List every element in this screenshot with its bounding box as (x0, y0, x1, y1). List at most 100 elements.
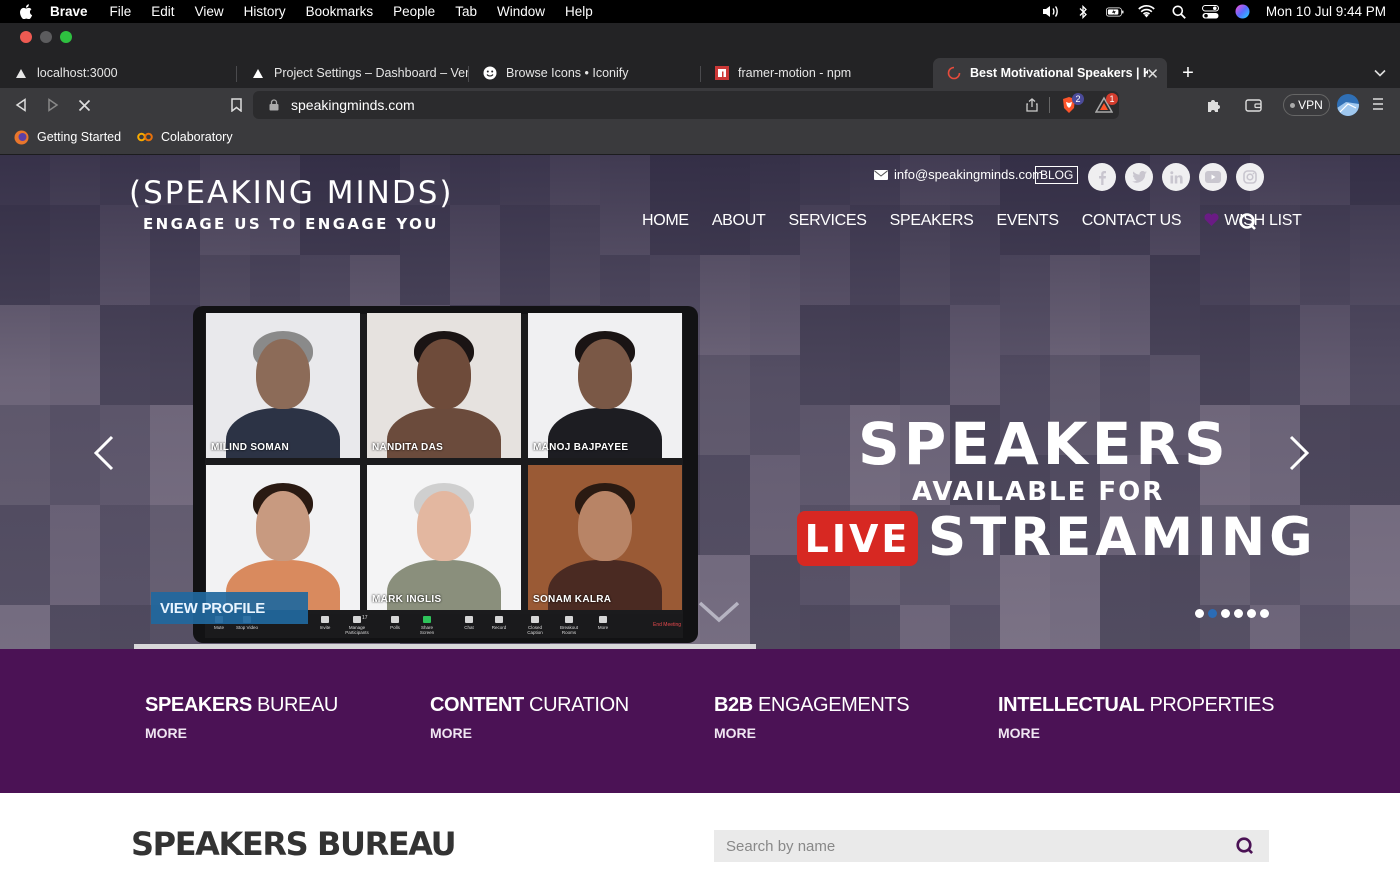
url-text[interactable]: speakingminds.com (291, 97, 415, 113)
service-more-link[interactable]: MORE (430, 725, 629, 741)
tab-speakingminds[interactable]: Best Motivational Speakers | Keynote ✕ (933, 58, 1167, 88)
minimize-window-button[interactable] (40, 31, 52, 43)
spotlight-search-icon[interactable] (1170, 5, 1188, 19)
close-tab-icon[interactable]: ✕ (1146, 65, 1159, 83)
nav-about[interactable]: ABOUT (712, 212, 766, 230)
tab-iconify[interactable]: Browse Icons • Iconify (469, 58, 701, 88)
volume-icon[interactable] (1042, 5, 1060, 19)
video-call-control-label: Stop Video (236, 625, 258, 630)
service-more-link[interactable]: MORE (714, 725, 909, 741)
menu-bookmarks[interactable]: Bookmarks (306, 4, 374, 19)
bookmark-page-icon[interactable] (228, 97, 244, 113)
menu-edit[interactable]: Edit (151, 4, 174, 19)
extensions-puzzle-icon[interactable] (1205, 96, 1223, 114)
zoom-window-button[interactable] (60, 31, 72, 43)
back-icon[interactable] (13, 97, 29, 113)
address-bar[interactable]: speakingminds.com 2 1 (253, 91, 1119, 119)
blog-link[interactable]: BLOG (1035, 166, 1079, 184)
search-icon[interactable] (1235, 836, 1255, 856)
menu-app-brave[interactable]: Brave (50, 4, 88, 19)
browser-toolbar: speakingminds.com 2 1 VPN (0, 88, 1400, 123)
twitter-icon[interactable] (1125, 163, 1153, 191)
wallet-icon[interactable] (1244, 96, 1262, 114)
battery-icon[interactable] (1105, 5, 1124, 19)
speaker-search-box (714, 830, 1269, 862)
nav-contact-us[interactable]: CONTACT US (1082, 212, 1182, 230)
menu-people[interactable]: People (393, 4, 435, 19)
service-content-curation[interactable]: CONTENT CURATION MORE (430, 694, 629, 741)
new-tab-button[interactable]: + (1178, 58, 1198, 88)
menubar-clock[interactable]: Mon 10 Jul 9:44 PM (1266, 4, 1386, 19)
profile-avatar[interactable] (1337, 94, 1359, 116)
site-logo[interactable]: (SPEAKING MINDS) (129, 175, 454, 211)
forward-icon[interactable] (45, 97, 61, 113)
nav-home[interactable]: HOME (642, 212, 689, 230)
facebook-icon[interactable] (1088, 163, 1116, 191)
video-call-control-label: Breakout Rooms (559, 625, 578, 635)
view-profile-button[interactable]: VIEW PROFILE (151, 592, 308, 624)
menu-window[interactable]: Window (497, 4, 545, 19)
wifi-icon[interactable] (1138, 5, 1156, 19)
slider-dot[interactable] (1221, 609, 1230, 618)
slider-next-arrow-icon[interactable] (1287, 435, 1311, 471)
video-call-control: More (591, 616, 615, 630)
linkedin-icon[interactable] (1162, 163, 1190, 191)
service-more-link[interactable]: MORE (145, 725, 338, 741)
slider-dot[interactable] (1195, 609, 1204, 618)
menu-history[interactable]: History (244, 4, 286, 19)
video-call-control-icon (531, 616, 539, 623)
nav-services[interactable]: SERVICES (788, 212, 867, 230)
apple-logo-icon[interactable] (19, 4, 33, 19)
slider-pagination (1195, 609, 1269, 618)
tab-localhost[interactable]: localhost:3000 (0, 58, 237, 88)
service-intellectual-properties[interactable]: INTELLECTUAL PROPERTIES MORE (998, 694, 1274, 741)
bluetooth-icon[interactable] (1074, 4, 1092, 19)
video-call-control-icon (465, 616, 473, 623)
siri-icon[interactable] (1234, 4, 1252, 19)
share-icon[interactable] (1025, 98, 1039, 112)
close-window-button[interactable] (20, 31, 32, 43)
video-call-control: Breakout Rooms (557, 616, 581, 635)
menu-hamburger-icon[interactable] (1372, 97, 1384, 111)
control-center-icon[interactable] (1202, 4, 1220, 19)
contact-email-link[interactable]: info@speakingminds.com (874, 167, 1043, 182)
tab-list-chevron-icon[interactable] (1374, 66, 1386, 80)
tab-npm[interactable]: framer-motion - npm (701, 58, 933, 88)
youtube-icon[interactable] (1199, 163, 1227, 191)
menu-tab[interactable]: Tab (455, 4, 477, 19)
bookmark-colaboratory[interactable]: Colaboratory (137, 130, 233, 144)
address-bar-divider (1049, 97, 1050, 113)
speaker-search-input[interactable] (714, 830, 1224, 862)
service-speakers-bureau[interactable]: SPEAKERS BUREAU MORE (145, 694, 338, 741)
nav-events[interactable]: EVENTS (997, 212, 1060, 230)
nav-speakers[interactable]: SPEAKERS (890, 212, 974, 230)
video-call-control-icon (599, 616, 607, 623)
warning-triangle-icon (14, 66, 28, 80)
hero-headline-streaming: STREAMING (928, 507, 1317, 568)
service-title-bold: B2B (714, 694, 753, 716)
service-b2b-engagements[interactable]: B2B ENGAGEMENTS MORE (714, 694, 910, 741)
slider-dot[interactable] (1247, 609, 1256, 618)
stop-loading-icon[interactable] (76, 97, 92, 113)
bookmark-getting-started[interactable]: Getting Started (13, 130, 121, 144)
tab-vercel[interactable]: Project Settings – Dashboard – Vercel (237, 58, 469, 88)
bookmarks-bar: Getting Started Colaboratory (0, 123, 1400, 155)
speaker-portrait-face (417, 491, 471, 561)
menu-help[interactable]: Help (565, 4, 593, 19)
menu-file[interactable]: File (110, 4, 132, 19)
service-title-bold: INTELLECTUAL (998, 694, 1145, 716)
vpn-button[interactable]: VPN (1283, 94, 1330, 116)
slider-dot[interactable] (1260, 609, 1269, 618)
slider-dot[interactable] (1208, 609, 1217, 618)
service-title-rest: CURATION (523, 694, 629, 716)
speaker-name-label: MANOJ BAJPAYEE (533, 442, 629, 453)
slider-prev-arrow-icon[interactable] (92, 435, 116, 471)
lock-icon[interactable] (269, 99, 279, 111)
smiley-icon (483, 66, 497, 80)
slider-dot[interactable] (1234, 609, 1243, 618)
service-more-link[interactable]: MORE (998, 725, 1274, 741)
site-search-icon[interactable] (1238, 212, 1258, 232)
menu-view[interactable]: View (195, 4, 224, 19)
scroll-down-chevron-icon[interactable] (698, 601, 740, 623)
instagram-icon[interactable] (1236, 163, 1264, 191)
